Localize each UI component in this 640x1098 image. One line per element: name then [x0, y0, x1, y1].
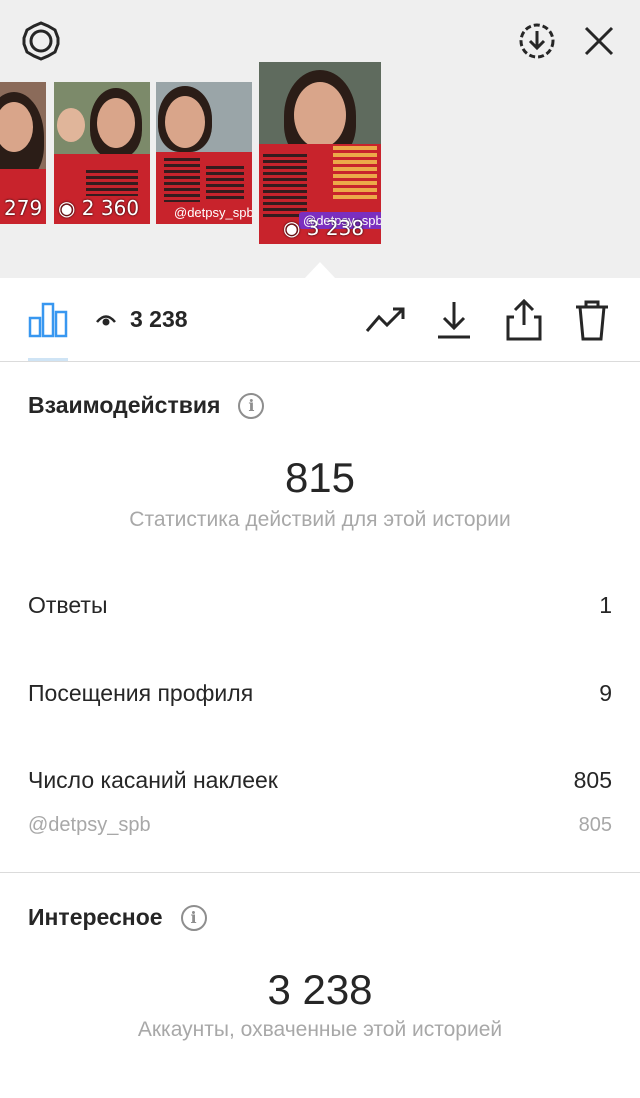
stat-label: @detpsy_spb	[28, 814, 151, 836]
story-views-count: ◉ 2 360	[58, 196, 140, 220]
share-icon	[506, 299, 542, 341]
stat-label: Ответы	[28, 592, 108, 618]
info-icon[interactable]: i	[238, 392, 265, 419]
stat-label: Посещения профиля	[28, 680, 254, 706]
eye-icon	[96, 314, 116, 325]
download-icon	[438, 302, 470, 339]
interactions-total: 815	[284, 454, 356, 501]
story-toolbar: 3 238	[0, 278, 640, 362]
stat-label: Число касаний наклеек	[28, 767, 278, 793]
trend-up-icon	[365, 307, 405, 332]
stat-row-sticker-taps: Число касаний наклеек 805	[28, 767, 612, 794]
info-icon[interactable]: i	[180, 904, 207, 931]
stat-row-sticker-mention: @detpsy_spb 805	[28, 814, 612, 837]
stat-value: 1	[599, 592, 612, 618]
stat-value: 9	[599, 680, 612, 706]
discovery-title: Интересное	[28, 904, 163, 930]
selected-story-pointer	[304, 262, 336, 279]
promote-button[interactable]	[364, 298, 408, 342]
discovery-header: Интересное i	[28, 904, 207, 931]
trash-icon	[576, 300, 608, 341]
views-count-value: 3 238	[130, 306, 188, 332]
stat-row-replies: Ответы 1	[28, 592, 612, 619]
share-button[interactable]	[502, 298, 546, 342]
story-views-count: ◉ 3 238	[283, 216, 365, 240]
stat-value: 805	[573, 767, 612, 793]
interactions-caption: Статистика действий для этой истории	[129, 508, 511, 531]
story-mention-sticker: @detpsy_spb	[174, 205, 252, 220]
views-summary: 3 238	[96, 306, 188, 333]
bar-chart-icon	[28, 302, 68, 338]
interactions-title: Взаимодействия	[28, 392, 221, 418]
stat-value: 805	[578, 814, 612, 836]
story-thumbnail-selected[interactable]: @detpsy_spb ◉ 3 238	[259, 62, 381, 244]
insights-tab[interactable]	[26, 298, 70, 342]
discovery-caption: Аккаунты, охваченные этой историей	[137, 1018, 503, 1041]
discovery-total: 3 238	[267, 966, 373, 1013]
save-button[interactable]	[432, 298, 476, 342]
story-thumbnails: 279 ◉ 2 360 @detpsy_spb @detpsy_spb ◉ 3 …	[0, 0, 640, 278]
story-views-count: 279	[4, 196, 43, 220]
delete-button[interactable]	[570, 298, 614, 342]
story-thumbnail[interactable]: @detpsy_spb	[156, 82, 252, 224]
story-preview-area: 279 ◉ 2 360 @detpsy_spb @detpsy_spb ◉ 3 …	[0, 0, 640, 279]
section-divider	[0, 872, 640, 873]
interactions-header: Взаимодействия i	[28, 392, 265, 419]
active-tab-indicator	[28, 358, 68, 361]
story-thumbnail[interactable]: 279	[0, 82, 46, 224]
story-thumbnail[interactable]: ◉ 2 360	[54, 82, 150, 224]
stat-row-profile-visits: Посещения профиля 9	[28, 680, 612, 707]
